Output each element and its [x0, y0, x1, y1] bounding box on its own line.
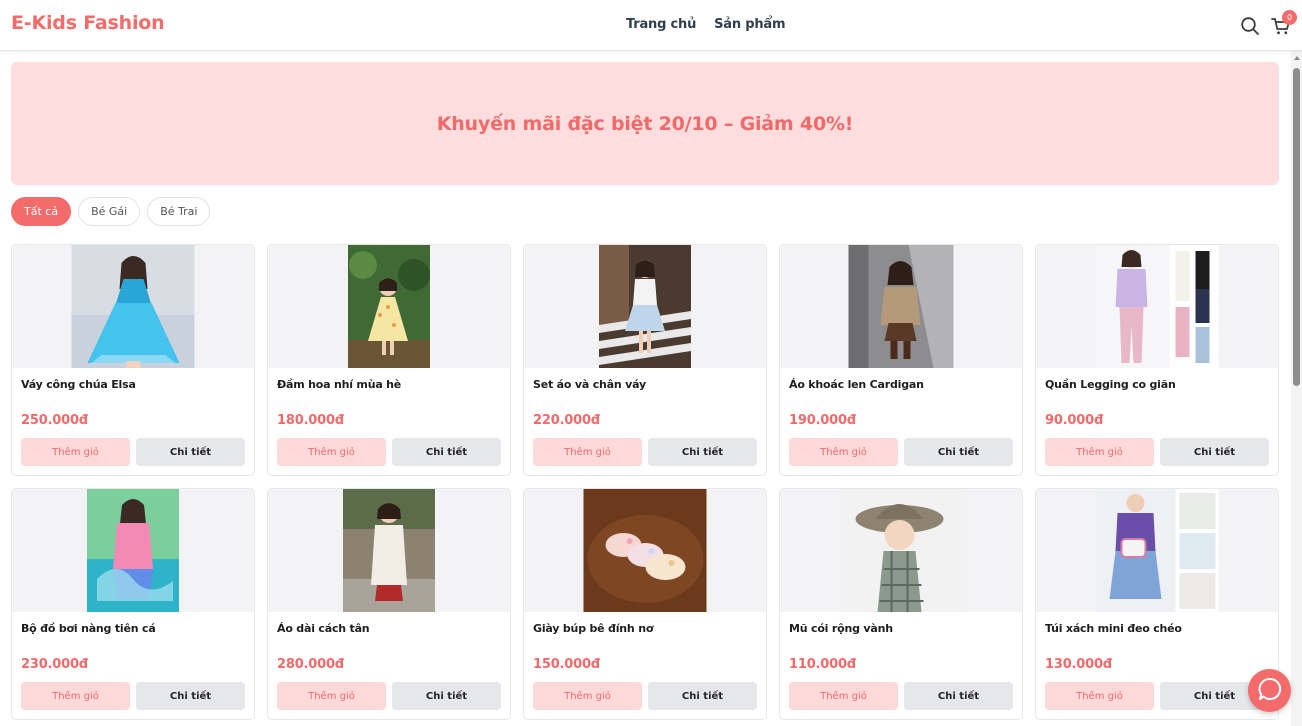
product-price: 190.000đ — [789, 413, 856, 428]
product-name[interactable]: Quần Legging co giãn — [1045, 378, 1176, 391]
product-photo — [87, 489, 179, 612]
product-photo — [1095, 245, 1219, 368]
product-photo — [348, 245, 430, 368]
product-image[interactable] — [268, 245, 510, 368]
product-card: Áo khoác len Cardigan 190.000đ Thêm giỏ … — [779, 244, 1023, 476]
scrollbar-thumb[interactable] — [1293, 68, 1300, 386]
main-nav: Trang chủ Sản phẩm — [626, 17, 786, 32]
add-to-cart-button[interactable]: Thêm giỏ — [789, 682, 898, 710]
product-image[interactable] — [780, 245, 1022, 368]
product-image[interactable] — [12, 245, 254, 368]
detail-button[interactable]: Chi tiết — [904, 682, 1013, 710]
add-to-cart-button[interactable]: Thêm giỏ — [21, 682, 130, 710]
product-card: Mũ cói rộng vành 110.000đ Thêm giỏ Chi t… — [779, 488, 1023, 720]
product-price: 180.000đ — [277, 413, 344, 428]
product-card: Túi xách mini đeo chéo 130.000đ Thêm giỏ… — [1035, 488, 1279, 720]
product-image[interactable] — [1036, 245, 1278, 368]
product-price: 130.000đ — [1045, 657, 1112, 672]
product-name[interactable]: Túi xách mini đeo chéo — [1045, 622, 1182, 635]
detail-button[interactable]: Chi tiết — [136, 438, 245, 466]
product-name[interactable]: Áo dài cách tân — [277, 622, 370, 635]
product-card: Áo dài cách tân 280.000đ Thêm giỏ Chi ti… — [267, 488, 511, 720]
detail-button[interactable]: Chi tiết — [648, 438, 757, 466]
chat-button[interactable] — [1248, 669, 1291, 712]
add-to-cart-button[interactable]: Thêm giỏ — [533, 438, 642, 466]
product-photo — [848, 245, 954, 368]
product-image[interactable] — [524, 245, 766, 368]
add-to-cart-button[interactable]: Thêm giỏ — [21, 438, 130, 466]
promo-banner: Khuyến mãi đặc biệt 20/10 – Giảm 40%! — [11, 62, 1279, 185]
promo-banner-text: Khuyến mãi đặc biệt 20/10 – Giảm 40%! — [436, 112, 854, 135]
product-name[interactable]: Bộ đồ bơi nàng tiên cá — [21, 622, 156, 635]
product-card: Giày búp bê đính nơ 150.000đ Thêm giỏ Ch… — [523, 488, 767, 720]
product-card: Váy công chúa Elsa 250.000đ Thêm giỏ Chi… — [11, 244, 255, 476]
product-image[interactable] — [780, 489, 1022, 612]
product-name[interactable]: Đầm hoa nhí mùa hè — [277, 378, 401, 391]
add-to-cart-button[interactable]: Thêm giỏ — [277, 438, 386, 466]
product-photo — [583, 489, 707, 612]
product-price: 110.000đ — [789, 657, 856, 672]
product-card: Bộ đồ bơi nàng tiên cá 230.000đ Thêm giỏ… — [11, 488, 255, 720]
chat-icon — [1257, 676, 1283, 706]
filter-girls[interactable]: Bé Gái — [78, 197, 141, 226]
add-to-cart-button[interactable]: Thêm giỏ — [1045, 682, 1154, 710]
scroll-up-arrow-icon[interactable] — [1294, 56, 1300, 60]
product-price: 90.000đ — [1045, 413, 1104, 428]
product-image[interactable] — [12, 489, 254, 612]
product-photo — [71, 245, 195, 368]
detail-button[interactable]: Chi tiết — [136, 682, 245, 710]
detail-button[interactable]: Chi tiết — [392, 438, 501, 466]
product-card: Đầm hoa nhí mùa hè 180.000đ Thêm giỏ Chi… — [267, 244, 511, 476]
product-photo — [343, 489, 435, 612]
product-price: 230.000đ — [21, 657, 88, 672]
add-to-cart-button[interactable]: Thêm giỏ — [789, 438, 898, 466]
product-photo — [1095, 489, 1219, 612]
product-image[interactable] — [1036, 489, 1278, 612]
add-to-cart-button[interactable]: Thêm giỏ — [533, 682, 642, 710]
site-logo[interactable]: E-Kids Fashion — [11, 12, 165, 34]
detail-button[interactable]: Chi tiết — [648, 682, 757, 710]
product-card: Set áo và chân váy 220.000đ Thêm giỏ Chi… — [523, 244, 767, 476]
detail-button[interactable]: Chi tiết — [904, 438, 1013, 466]
product-price: 280.000đ — [277, 657, 344, 672]
search-icon[interactable] — [1240, 16, 1260, 36]
site-header: E-Kids Fashion Trang chủ Sản phẩm 0 — [0, 0, 1302, 51]
product-name[interactable]: Váy công chúa Elsa — [21, 378, 136, 391]
page-scrollbar[interactable] — [1291, 51, 1302, 726]
product-card: Quần Legging co giãn 90.000đ Thêm giỏ Ch… — [1035, 244, 1279, 476]
product-price: 250.000đ — [21, 413, 88, 428]
product-price: 150.000đ — [533, 657, 600, 672]
product-name[interactable]: Mũ cói rộng vành — [789, 622, 893, 635]
product-image[interactable] — [524, 489, 766, 612]
category-filters: Tất cả Bé Gái Bé Trai — [11, 197, 211, 226]
add-to-cart-button[interactable]: Thêm giỏ — [277, 682, 386, 710]
product-photo — [839, 489, 963, 612]
detail-button[interactable]: Chi tiết — [392, 682, 501, 710]
product-grid: Váy công chúa Elsa 250.000đ Thêm giỏ Chi… — [11, 244, 1279, 720]
filter-all[interactable]: Tất cả — [11, 197, 72, 226]
filter-boys[interactable]: Bé Trai — [147, 197, 211, 226]
product-image[interactable] — [268, 489, 510, 612]
product-name[interactable]: Giày búp bê đính nơ — [533, 622, 653, 635]
product-name[interactable]: Set áo và chân váy — [533, 378, 646, 391]
product-photo — [599, 245, 691, 368]
product-price: 220.000đ — [533, 413, 600, 428]
nav-products[interactable]: Sản phẩm — [714, 17, 785, 32]
cart-count-badge: 0 — [1282, 10, 1297, 25]
nav-home[interactable]: Trang chủ — [626, 17, 696, 32]
product-name[interactable]: Áo khoác len Cardigan — [789, 378, 924, 391]
detail-button[interactable]: Chi tiết — [1160, 438, 1269, 466]
app-root: E-Kids Fashion Trang chủ Sản phẩm 0 Khuy… — [0, 0, 1302, 726]
add-to-cart-button[interactable]: Thêm giỏ — [1045, 438, 1154, 466]
